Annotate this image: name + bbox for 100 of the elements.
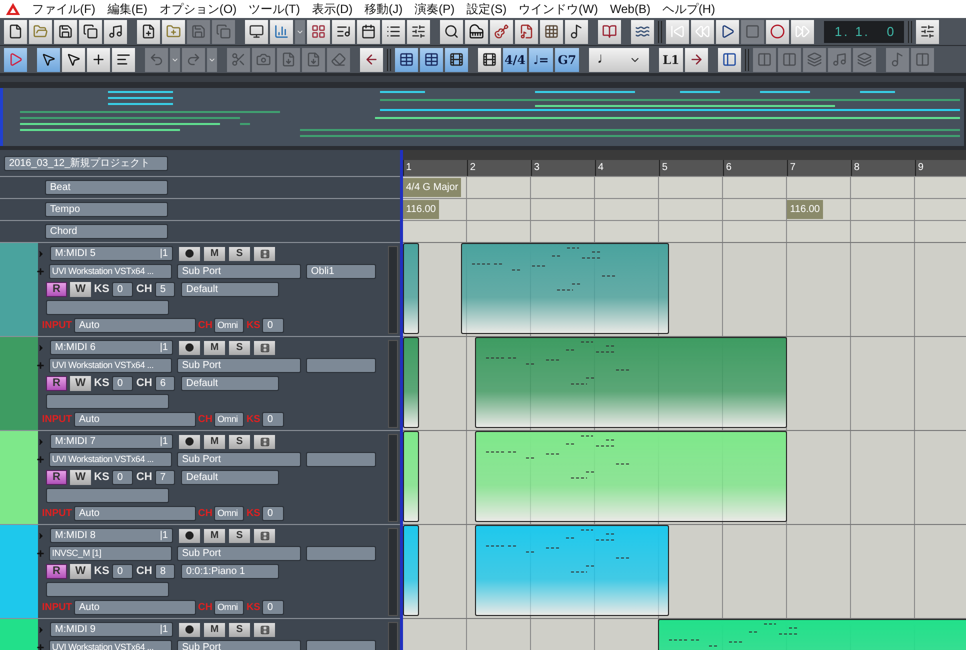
track-name-field[interactable]: M:MIDI 6 |1 [50, 340, 173, 355]
toolbar-button[interactable] [245, 20, 268, 44]
toolbar-toggle[interactable]: ♩= [529, 48, 553, 72]
empty-field[interactable] [46, 300, 169, 315]
plus-icon[interactable] [36, 549, 45, 558]
toolbar-button[interactable] [357, 20, 380, 44]
conductor-track-field[interactable]: Tempo [45, 202, 168, 217]
record-button[interactable] [179, 622, 200, 636]
toolbar-button[interactable] [716, 20, 739, 44]
instrument-field[interactable]: UVI Workstation VSTx64 ... [49, 264, 172, 279]
conductor-track-field[interactable]: Beat [45, 180, 168, 195]
conductor-track-field[interactable]: Chord [45, 224, 168, 239]
toolbar-button[interactable] [598, 20, 621, 44]
conductor-marker[interactable]: 116.00 [403, 200, 439, 219]
record-button[interactable] [179, 246, 200, 260]
read-button[interactable]: R [46, 470, 67, 485]
key-shift-field[interactable]: 0 [112, 564, 134, 579]
toolbar-button[interactable] [691, 20, 714, 44]
toolbar-button[interactable] [79, 20, 102, 44]
mute-button[interactable]: M [204, 622, 225, 636]
read-button[interactable]: R [46, 376, 67, 391]
toolbar-button[interactable] [104, 20, 127, 44]
port-field[interactable]: Sub Port [177, 452, 301, 467]
port-field[interactable]: Sub Port [177, 358, 301, 373]
toolbar-button[interactable] [440, 20, 463, 44]
plus-icon[interactable] [36, 643, 45, 650]
track-scrollbar[interactable] [388, 528, 398, 616]
toolbar-button[interactable] [515, 20, 538, 44]
toolbar-toggle[interactable]: L1 [659, 48, 683, 72]
toolbar-button[interactable] [565, 20, 588, 44]
toolbar-button[interactable] [445, 48, 468, 72]
record-button[interactable] [179, 434, 200, 448]
instrument-field[interactable]: INVSC_M [1] [49, 546, 172, 561]
input-key-shift-field[interactable]: 0 [262, 318, 284, 333]
track-option-button[interactable] [254, 340, 275, 354]
empty-field[interactable] [46, 582, 169, 597]
app-logo-icon[interactable] [6, 3, 20, 15]
toolbar-button[interactable] [332, 20, 355, 44]
toolbar-button[interactable] [87, 48, 110, 72]
solo-button[interactable]: S [229, 528, 250, 542]
key-shift-field[interactable]: 0 [112, 282, 134, 297]
track-scrollbar[interactable] [388, 434, 398, 522]
program-field[interactable]: 0:0:1:Piano 1 [181, 564, 280, 579]
measure-ruler[interactable]: 1 2 3 4 5 6 7 8 9 [403, 160, 966, 176]
toolbar-button[interactable] [490, 20, 513, 44]
read-button[interactable]: R [46, 564, 67, 579]
input-channel-field[interactable]: Omni [214, 506, 244, 521]
input-key-shift-field[interactable]: 0 [262, 600, 284, 615]
menu-item[interactable]: 編集(E) [107, 0, 148, 18]
bank-field[interactable] [306, 358, 376, 373]
menu-item[interactable]: 移動(J) [364, 0, 403, 18]
menu-item[interactable]: 表示(D) [312, 0, 353, 18]
instrument-field[interactable]: UVI Workstation VSTx64 ... [49, 358, 172, 373]
write-button[interactable]: W [70, 470, 91, 485]
program-field[interactable]: Default [181, 470, 280, 485]
input-channel-field[interactable]: Omni [214, 600, 244, 615]
channel-field[interactable]: 8 [155, 564, 176, 579]
input-key-shift-field[interactable]: 0 [262, 506, 284, 521]
menu-item[interactable]: 演奏(P) [414, 0, 455, 18]
midi-clip[interactable] [474, 525, 669, 616]
plus-icon[interactable] [36, 267, 45, 276]
mute-button[interactable]: M [204, 246, 225, 260]
toolbar-button[interactable] [29, 20, 52, 44]
toolbar-button[interactable] [37, 48, 60, 72]
mute-button[interactable]: M [204, 528, 225, 542]
menu-item[interactable]: オプション(O) [159, 0, 237, 18]
key-shift-field[interactable]: 0 [112, 470, 134, 485]
port-field[interactable]: Sub Port [177, 546, 301, 561]
channel-field[interactable]: 5 [155, 282, 176, 297]
toolbar-button[interactable] [382, 20, 405, 44]
program-field[interactable]: Default [181, 376, 280, 391]
toolbar-button[interactable] [685, 48, 708, 72]
input-channel-field[interactable]: Omni [214, 412, 244, 427]
toolbar-button[interactable] [162, 20, 185, 44]
input-field[interactable]: Auto [74, 318, 196, 333]
dropdown-button[interactable] [170, 48, 180, 72]
menu-item[interactable]: ファイル(F) [32, 0, 96, 18]
program-field[interactable]: Default [181, 282, 280, 297]
port-field[interactable]: Sub Port [177, 640, 301, 650]
toolbar-button[interactable] [137, 20, 160, 44]
conductor-marker[interactable]: 116.00 [787, 200, 823, 219]
track-name-field[interactable]: M:MIDI 9 |1 [50, 622, 173, 637]
port-field[interactable]: Sub Port [177, 264, 301, 279]
toolbar-button[interactable] [420, 48, 443, 72]
midi-clip[interactable] [474, 337, 787, 428]
midi-clip[interactable] [403, 243, 419, 334]
bank-field[interactable]: Obli1 [306, 264, 376, 279]
toolbar-button[interactable] [766, 20, 789, 44]
instrument-field[interactable]: UVI Workstation VSTx64 ... [49, 640, 172, 650]
toolbar-button[interactable] [54, 20, 77, 44]
bank-field[interactable] [306, 546, 376, 561]
track-scrollbar[interactable] [388, 246, 398, 334]
toolbar-button[interactable] [62, 48, 85, 72]
toolbar-button[interactable] [270, 20, 293, 44]
toolbar-button[interactable] [718, 48, 741, 72]
note-length-select[interactable]: ♩ [589, 48, 649, 72]
record-button[interactable] [179, 340, 200, 354]
toolbar-button[interactable] [407, 20, 430, 44]
channel-field[interactable]: 7 [155, 470, 176, 485]
solo-button[interactable]: S [229, 246, 250, 260]
